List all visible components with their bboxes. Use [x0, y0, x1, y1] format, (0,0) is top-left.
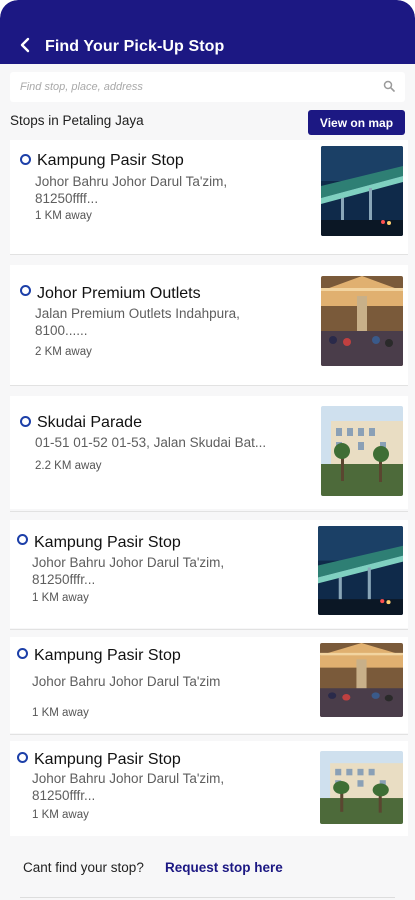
- stop-card[interactable]: Kampung Pasir Stop Johor Bahru Johor Dar…: [10, 637, 408, 733]
- radio-bullet-icon[interactable]: [20, 285, 31, 296]
- radio-bullet-icon[interactable]: [17, 648, 28, 659]
- stop-thumbnail: [321, 146, 403, 236]
- stop-name: Kampung Pasir Stop: [34, 534, 181, 551]
- view-on-map-button[interactable]: View on map: [308, 110, 405, 135]
- stop-distance: 2.2 KM away: [35, 460, 102, 472]
- radio-bullet-icon[interactable]: [20, 154, 31, 165]
- stop-card[interactable]: Skudai Parade 01-51 01-52 01-53, Jalan S…: [10, 396, 408, 509]
- request-stop-link[interactable]: Request stop here: [165, 860, 283, 875]
- stop-address-line2: 81250fffr...: [32, 572, 96, 587]
- divider: [10, 254, 408, 255]
- stop-address-line1: Johor Bahru Johor Darul Ta'zim,: [32, 771, 225, 786]
- radio-bullet-icon[interactable]: [17, 752, 28, 763]
- page-title: Find Your Pick-Up Stop: [45, 38, 225, 55]
- stop-card[interactable]: Kampung Pasir Stop Johor Bahru Johor Dar…: [10, 520, 408, 628]
- footer-prompt: Cant find your stop?: [23, 860, 144, 875]
- radio-bullet-icon[interactable]: [20, 416, 31, 427]
- stop-distance: 1 KM away: [32, 809, 89, 821]
- app-screen: Find Your Pick-Up Stop Stops in Petaling…: [0, 0, 415, 900]
- footer-divider: [20, 897, 395, 898]
- stop-address-line1: Jalan Premium Outlets Indahpura,: [35, 306, 240, 321]
- stop-address-line1: Johor Bahru Johor Darul Ta'zim,: [32, 555, 225, 570]
- divider: [10, 629, 408, 630]
- divider: [10, 385, 408, 386]
- stop-distance: 1 KM away: [32, 707, 89, 719]
- stop-distance: 2 KM away: [35, 346, 92, 358]
- stop-card[interactable]: Johor Premium Outlets Jalan Premium Outl…: [10, 265, 408, 385]
- stop-thumbnail: [320, 751, 403, 824]
- stop-address-line1: Johor Bahru Johor Darul Ta'zim,: [35, 174, 228, 189]
- stop-thumbnail: [318, 526, 403, 615]
- stop-address-line1: 01-51 01-52 01-53, Jalan Skudai Bat...: [35, 435, 267, 450]
- chevron-left-icon[interactable]: [18, 36, 32, 54]
- radio-bullet-icon[interactable]: [17, 534, 28, 545]
- search-icon[interactable]: [383, 80, 395, 92]
- stop-distance: 1 KM away: [32, 592, 89, 604]
- app-header: Find Your Pick-Up Stop: [0, 0, 415, 64]
- stop-thumbnail: [321, 276, 403, 366]
- stop-distance: 1 KM away: [35, 210, 92, 222]
- stop-name: Johor Premium Outlets: [37, 285, 201, 302]
- stop-address-line2: 81250ffff...: [35, 191, 99, 206]
- search-input[interactable]: [10, 72, 375, 102]
- stop-thumbnail: [321, 406, 403, 496]
- stop-name: Kampung Pasir Stop: [37, 152, 184, 169]
- divider: [10, 511, 408, 512]
- stop-name: Skudai Parade: [37, 414, 142, 431]
- stop-name: Kampung Pasir Stop: [34, 647, 181, 664]
- search-bar: [10, 72, 405, 102]
- divider: [10, 734, 408, 735]
- section-title: Stops in Petaling Jaya: [10, 113, 144, 128]
- stop-address-line2: 8100......: [35, 323, 88, 338]
- stop-address-line2: 81250fffr...: [32, 788, 96, 803]
- stop-card[interactable]: Kampung Pasir Stop Johor Bahru Johor Dar…: [10, 140, 408, 254]
- stop-address-line1: Johor Bahru Johor Darul Ta'zim: [32, 674, 221, 689]
- stop-name: Kampung Pasir Stop: [34, 751, 181, 768]
- stop-thumbnail: [320, 643, 403, 717]
- stop-card[interactable]: Kampung Pasir Stop Johor Bahru Johor Dar…: [10, 741, 408, 836]
